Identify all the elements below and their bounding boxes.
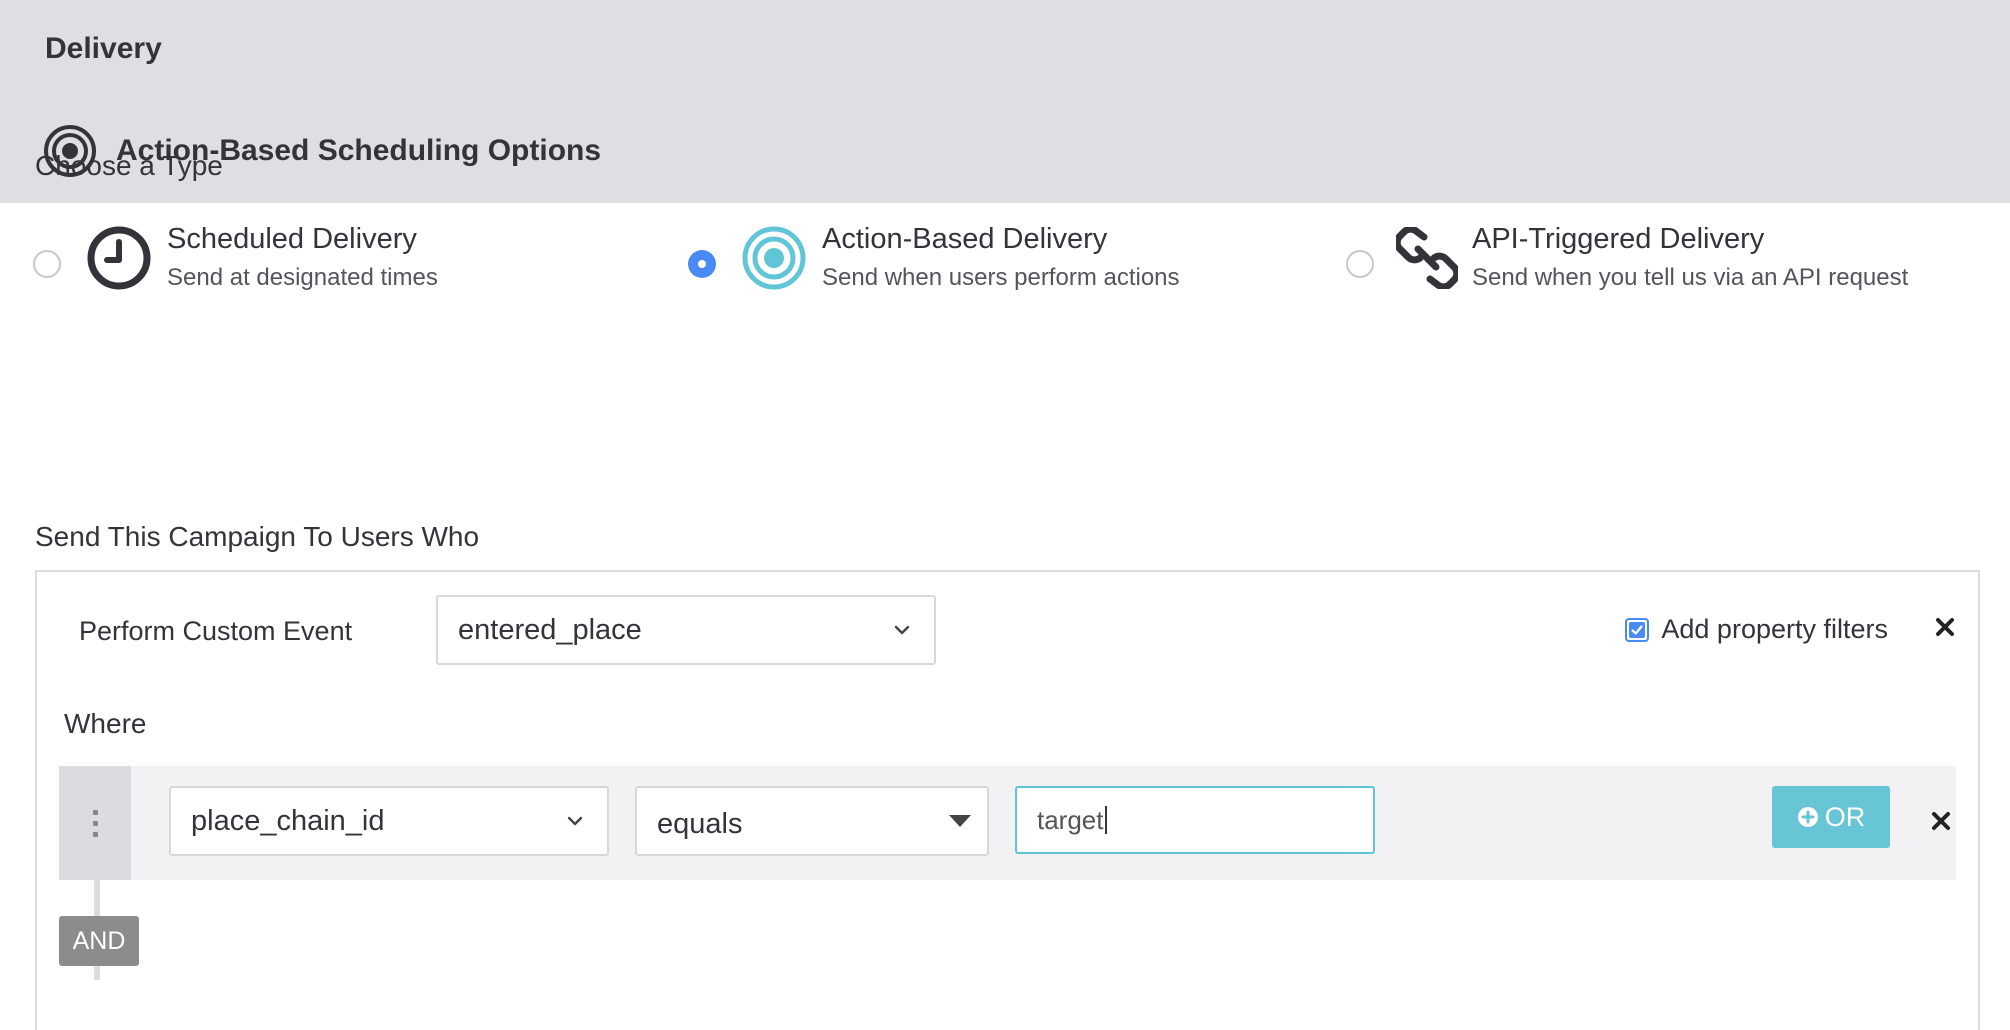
chevron-down-icon: [567, 816, 583, 826]
caret-down-icon: [949, 815, 971, 827]
clock-icon: [87, 226, 151, 290]
filter-value-input[interactable]: target: [1015, 786, 1375, 854]
api-triggered-subtitle: Send when you tell us via an API request: [1472, 264, 1909, 291]
add-or-button[interactable]: OR: [1772, 786, 1890, 848]
send-campaign-label: Send This Campaign To Users Who: [35, 521, 480, 552]
checkmark-icon: [1629, 621, 1646, 638]
action-based-title: Action-Based Delivery: [822, 223, 1108, 255]
api-triggered-radio[interactable]: [1346, 250, 1374, 278]
perform-custom-event-label: Perform Custom Event: [79, 616, 353, 646]
chevron-down-icon: [894, 625, 910, 635]
filter-property-select[interactable]: place_chain_id: [169, 786, 609, 856]
action-based-options-header: Action-Based Scheduling Options: [0, 98, 2010, 203]
option-api-triggered-delivery[interactable]: API-Triggered Delivery Send when you tel…: [1346, 224, 1908, 292]
filter-operator-select[interactable]: equals: [635, 786, 989, 856]
delivery-title: Delivery: [45, 32, 162, 65]
text-cursor: [1104, 806, 1107, 834]
or-label: OR: [1824, 801, 1866, 832]
trigger-panel: Perform Custom Event entered_place Add p…: [35, 570, 1980, 1030]
api-triggered-title: API-Triggered Delivery: [1472, 223, 1765, 255]
scheduled-title: Scheduled Delivery: [167, 223, 417, 255]
and-label: AND: [72, 926, 126, 955]
property-filter-row: place_chain_id equals target OR: [59, 766, 1956, 880]
filter-value-text: target: [1037, 804, 1104, 835]
drag-handle[interactable]: [59, 766, 131, 880]
add-and-button[interactable]: AND: [59, 916, 139, 966]
option-action-based-delivery[interactable]: Action-Based Delivery Send when users pe…: [688, 224, 1180, 292]
remove-event-close-icon[interactable]: [1934, 616, 1956, 638]
delivery-header: Delivery: [0, 0, 2010, 98]
scheduled-subtitle: Send at designated times: [167, 264, 438, 291]
custom-event-select[interactable]: entered_place: [436, 595, 936, 665]
target-icon: [742, 226, 806, 290]
choose-type-label: Choose a Type: [35, 150, 223, 181]
remove-filter-close-icon[interactable]: [1930, 810, 1952, 832]
action-based-radio[interactable]: [688, 250, 716, 278]
filter-operator-value: equals: [657, 807, 743, 840]
link-icon: [1396, 227, 1458, 289]
scheduled-radio[interactable]: [33, 250, 61, 278]
add-property-filters-label: Add property filters: [1661, 614, 1888, 644]
add-property-filters-checkbox[interactable]: [1625, 617, 1650, 642]
where-label: Where: [64, 708, 147, 739]
option-scheduled-delivery[interactable]: Scheduled Delivery Send at designated ti…: [33, 224, 438, 292]
add-property-filters[interactable]: Add property filters: [1625, 614, 1888, 645]
plus-circle-icon: [1797, 807, 1818, 827]
action-based-subtitle: Send when users perform actions: [822, 264, 1180, 291]
filter-property-value: place_chain_id: [191, 804, 385, 837]
custom-event-value: entered_place: [458, 613, 642, 646]
